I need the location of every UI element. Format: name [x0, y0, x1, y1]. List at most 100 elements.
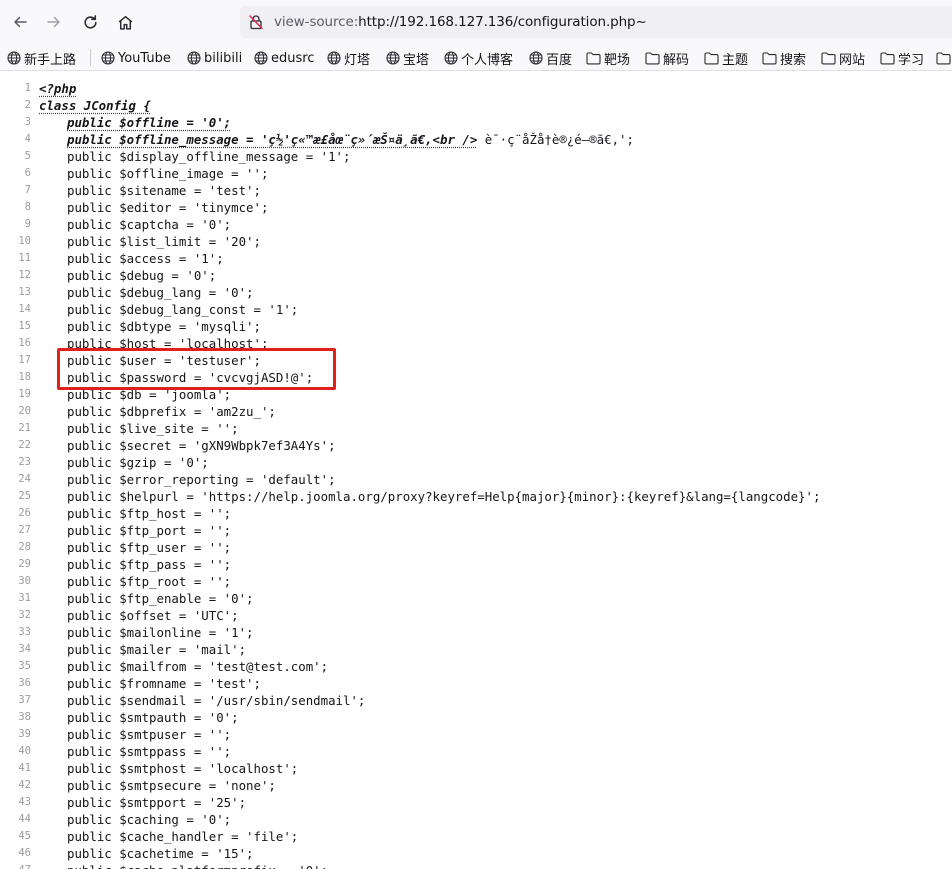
bookmark-item[interactable]: 灯塔	[326, 48, 370, 68]
code-text: public $cachetime = '15';	[39, 845, 254, 862]
address-bar[interactable]: view-source:http://192.168.127.136/confi…	[240, 6, 952, 38]
bookmark-folder[interactable]	[936, 48, 952, 68]
bookmark-folder[interactable]: 靶场	[586, 48, 630, 68]
line-number: 26	[0, 505, 31, 522]
globe-icon	[326, 51, 341, 66]
code-text: public $helpurl = 'https://help.joomla.o…	[39, 488, 820, 505]
line-number: 10	[0, 233, 31, 250]
source-line: 31 public $ftp_enable = '0';	[0, 590, 952, 607]
home-button[interactable]	[109, 6, 141, 38]
code-text: public $cache_handler = 'file';	[39, 828, 298, 845]
line-number: 47	[0, 862, 31, 869]
globe-icon	[528, 51, 543, 66]
source-line: 6 public $offline_image = '';	[0, 165, 952, 182]
line-number: 6	[0, 165, 31, 182]
highlight-box	[57, 348, 336, 390]
line-number: 9	[0, 216, 31, 233]
forward-button[interactable]	[38, 6, 70, 38]
folder-icon	[821, 51, 836, 66]
source-line: 37 public $sendmail = '/usr/sbin/sendmail…	[0, 692, 952, 709]
bookmark-item[interactable]: 百度	[528, 48, 572, 68]
folder-icon	[762, 51, 777, 66]
code-text: public $smtpuser = '';	[39, 726, 231, 743]
bookmark-folder[interactable]: 网站	[821, 48, 865, 68]
folder-icon	[880, 51, 895, 66]
code-text: public $live_site = '';	[39, 420, 239, 437]
bookmark-folder[interactable]: 搜索	[762, 48, 806, 68]
bookmark-label: 主题	[722, 49, 748, 68]
source-line: 22 public $secret = 'gXN9Wbpk7ef3A4Ys';	[0, 437, 952, 454]
source-line: 13 public $debug_lang = '0';	[0, 284, 952, 301]
globe-icon	[100, 51, 115, 66]
line-number: 16	[0, 335, 31, 352]
bookmark-label: 新手上路	[24, 49, 76, 68]
source-line: 12 public $debug = '0';	[0, 267, 952, 284]
code-text: public $mailonline = '1';	[39, 624, 254, 641]
code-text: public $dbtype = 'mysqli';	[39, 318, 261, 335]
source-line: 15 public $dbtype = 'mysqli';	[0, 318, 952, 335]
bookmark-item[interactable]: 宝塔	[385, 48, 429, 68]
bookmark-label: 网站	[839, 49, 865, 68]
code-text: public $ftp_host = '';	[39, 505, 231, 522]
source-line: 33 public $mailonline = '1';	[0, 624, 952, 641]
line-number: 31	[0, 590, 31, 607]
line-number: 34	[0, 641, 31, 658]
bookmarks-bar: 新手上路 YouTube bilibili edusrc 灯塔 宝塔 个人博客 …	[0, 44, 952, 71]
source-line: 10 public $list_limit = '20';	[0, 233, 952, 250]
source-line: 2 class JConfig {	[0, 97, 952, 114]
source-line: 35 public $mailfrom = 'test@test.com';	[0, 658, 952, 675]
line-number: 2	[0, 97, 31, 114]
bookmark-item[interactable]: YouTube	[100, 48, 171, 68]
bookmark-item[interactable]: 新手上路	[6, 48, 76, 68]
code-text: public $secret = 'gXN9Wbpk7ef3A4Ys';	[39, 437, 336, 454]
source-line: 28 public $ftp_user = '';	[0, 539, 952, 556]
line-number: 23	[0, 454, 31, 471]
code-text: class JConfig {	[39, 97, 151, 114]
reload-button[interactable]	[74, 6, 106, 38]
source-line: 7 public $sitename = 'test';	[0, 182, 952, 199]
source-line: 46 public $cachetime = '15';	[0, 845, 952, 862]
source-line: 42 public $smtpsecure = 'none';	[0, 777, 952, 794]
source-line: 43 public $smtpport = '25';	[0, 794, 952, 811]
source-line: 23 public $gzip = '0';	[0, 454, 952, 471]
bookmark-item[interactable]: edusrc	[253, 48, 314, 68]
globe-icon	[6, 51, 21, 66]
reload-icon	[82, 14, 99, 31]
source-line: 30 public $ftp_root = '';	[0, 573, 952, 590]
bookmark-label: 学习	[898, 49, 924, 68]
code-text: public $sendmail = '/usr/sbin/sendmail';	[39, 692, 365, 709]
code-text: <?php	[39, 80, 76, 97]
code-text: public $display_offline_message = '1';	[39, 148, 350, 165]
line-number: 11	[0, 250, 31, 267]
line-number: 17	[0, 352, 31, 369]
source-line: 32 public $offset = 'UTC';	[0, 607, 952, 624]
bookmark-folder[interactable]: 主题	[704, 48, 748, 68]
source-line: 44 public $caching = '0';	[0, 811, 952, 828]
code-text: public $offset = 'UTC';	[39, 607, 239, 624]
code-text: public $access = '1';	[39, 250, 224, 267]
bookmark-item[interactable]: 个人博客	[443, 48, 513, 68]
code-text: public $gzip = '0';	[39, 454, 209, 471]
code-text: public $smtpport = '25';	[39, 794, 246, 811]
source-line: 38 public $smtpauth = '0';	[0, 709, 952, 726]
line-number: 44	[0, 811, 31, 828]
bookmark-folder[interactable]: 解码	[645, 48, 689, 68]
globe-icon	[186, 51, 201, 66]
line-number: 43	[0, 794, 31, 811]
home-icon	[117, 14, 134, 31]
url-main: http://192.168.127.136/configuration.php…	[358, 14, 647, 30]
line-number: 39	[0, 726, 31, 743]
bookmark-label: 靶场	[604, 49, 630, 68]
source-line: 14 public $debug_lang_const = '1';	[0, 301, 952, 318]
source-line: 11 public $access = '1';	[0, 250, 952, 267]
insecure-lock-icon[interactable]	[247, 13, 265, 31]
line-number: 40	[0, 743, 31, 760]
folder-icon	[645, 51, 660, 66]
bookmark-folder[interactable]: 学习	[880, 48, 924, 68]
code-text: public $ftp_pass = '';	[39, 556, 231, 573]
line-number: 4	[0, 131, 31, 148]
folder-icon	[936, 51, 951, 66]
bookmark-item[interactable]: bilibili	[186, 48, 242, 68]
back-button[interactable]	[4, 6, 36, 38]
line-number: 21	[0, 420, 31, 437]
